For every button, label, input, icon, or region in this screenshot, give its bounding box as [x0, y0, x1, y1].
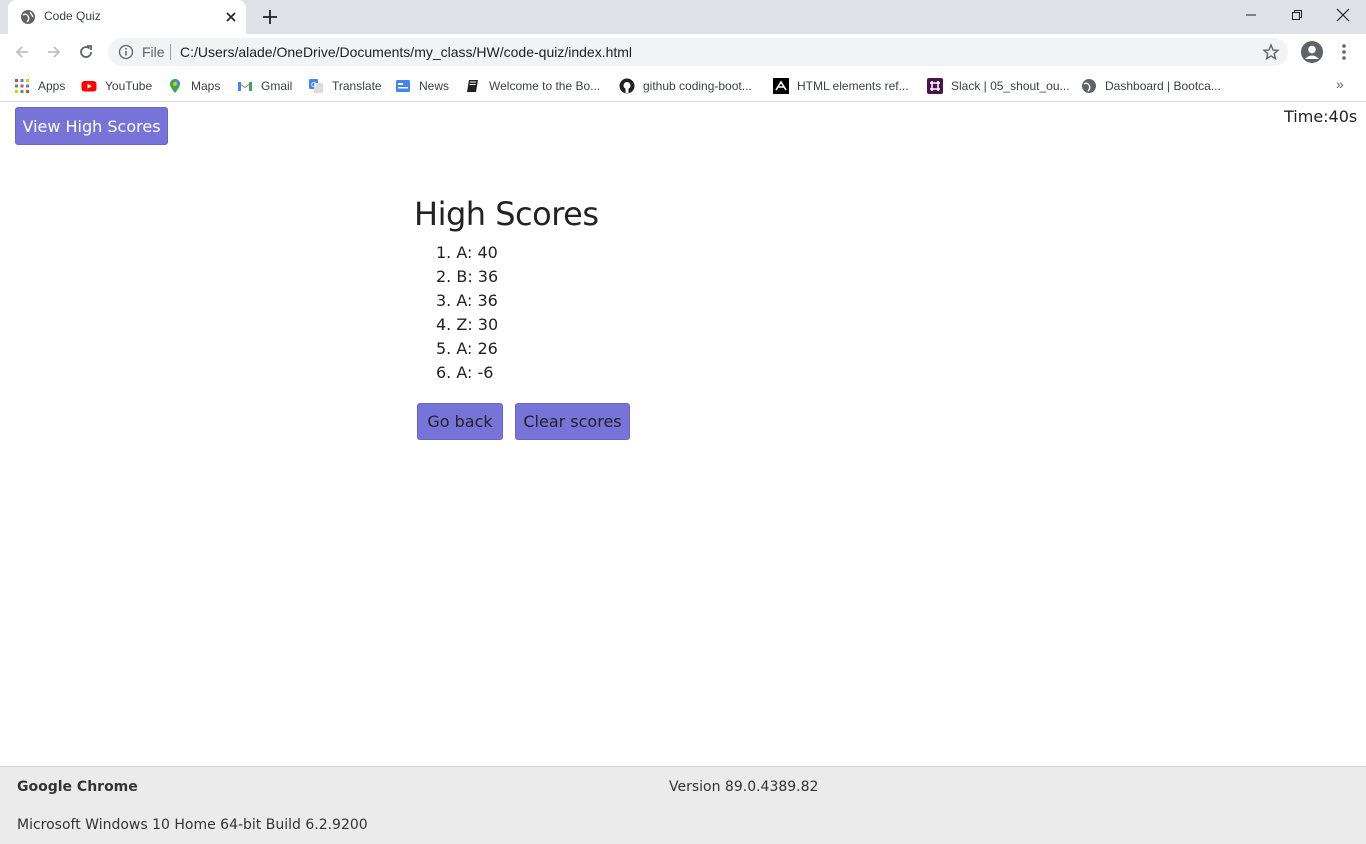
- bookmark-apps[interactable]: Apps: [14, 76, 65, 96]
- close-window-button[interactable]: [1320, 0, 1366, 30]
- bookmark-label: Apps: [38, 79, 66, 93]
- reload-button[interactable]: [74, 40, 98, 64]
- browser-toolbar: File C:/Users/alade/OneDrive/Documents/m…: [0, 34, 1366, 70]
- bookmark-github[interactable]: github coding-boot...: [619, 76, 752, 96]
- bookmark-label: YouTube: [105, 79, 153, 93]
- maps-pin-icon: [170, 79, 180, 93]
- page-title: High Scores: [414, 195, 599, 233]
- bookmark-label: github coding-boot...: [643, 79, 752, 93]
- version-text: Version 89.0.4389.82: [669, 779, 819, 795]
- slack-icon: [927, 78, 943, 94]
- arrow-left-icon: [15, 46, 28, 58]
- menu-dots-icon[interactable]: [1334, 40, 1354, 64]
- view-high-scores-button[interactable]: View High Scores: [15, 107, 168, 145]
- bookmark-maps[interactable]: Maps: [167, 76, 220, 96]
- profile-avatar-icon[interactable]: [1300, 40, 1324, 64]
- bookmark-html-elements[interactable]: HTML elements ref...: [773, 76, 909, 96]
- divider: [170, 44, 171, 60]
- youtube-icon: [81, 81, 97, 92]
- minimize-button[interactable]: [1228, 0, 1274, 30]
- bookmark-label: Welcome to the Bo...: [489, 79, 601, 93]
- more-bookmarks-chevron-icon[interactable]: »: [1336, 76, 1344, 92]
- gmail-icon: [238, 82, 252, 91]
- bookmark-youtube[interactable]: YouTube: [81, 76, 152, 96]
- list-item: 3. A: 36: [436, 291, 498, 310]
- tab-title: Code Quiz: [44, 9, 101, 23]
- arrow-right-icon: [48, 46, 61, 58]
- bookmark-label: Maps: [191, 79, 221, 93]
- url-scheme-label: File: [142, 44, 165, 60]
- list-item: 6. A: -6: [436, 363, 494, 382]
- list-item: 2. B: 36: [436, 267, 499, 286]
- restore-icon: [1292, 10, 1302, 20]
- bookmark-news[interactable]: News: [395, 76, 449, 96]
- list-item: 1. A: 40: [436, 243, 498, 262]
- version-info-bar: Google Chrome Version 89.0.4389.82 Micro…: [0, 766, 1366, 844]
- svg-text:G: G: [311, 81, 316, 89]
- close-window-icon: [1336, 8, 1350, 22]
- bookmark-dashboard[interactable]: Dashboard | Bootca...: [1081, 76, 1221, 96]
- forward-button[interactable]: [42, 40, 66, 64]
- bookmark-label: Translate: [332, 79, 382, 93]
- github-icon: [619, 78, 635, 94]
- page-viewport: View High Scores Time:40s High Scores 1.…: [0, 103, 1366, 766]
- mdn-icon: [773, 78, 789, 94]
- app-name: Google Chrome: [17, 779, 138, 795]
- high-scores-list: 1. A: 40 2. B: 36 3. A: 36 4. Z: 30 5. A…: [436, 241, 498, 385]
- url-text[interactable]: C:/Users/alade/OneDrive/Documents/my_cla…: [180, 44, 632, 60]
- bookmark-label: Gmail: [261, 79, 293, 93]
- globe-icon: [21, 10, 35, 24]
- bookmark-gmail[interactable]: Gmail: [237, 76, 292, 96]
- bookmark-slack[interactable]: Slack | 05_shout_ou...: [927, 76, 1070, 96]
- os-text: Microsoft Windows 10 Home 64-bit Build 6…: [17, 817, 368, 833]
- list-item: 4. Z: 30: [436, 315, 499, 334]
- bookmark-label: HTML elements ref...: [797, 79, 909, 93]
- timer-text: Time:40s: [1284, 107, 1358, 126]
- back-button[interactable]: [10, 40, 34, 64]
- new-tab-icon[interactable]: [259, 6, 281, 28]
- bookmark-welcome[interactable]: Welcome to the Bo...: [465, 76, 600, 96]
- go-back-button[interactable]: Go back: [417, 403, 503, 440]
- reload-icon: [80, 45, 92, 58]
- bookmark-label: News: [419, 79, 450, 93]
- minimize-icon: [1246, 14, 1256, 16]
- globe-icon: [1082, 79, 1096, 93]
- bookmark-label: Slack | 05_shout_ou...: [951, 79, 1070, 93]
- address-bar[interactable]: File C:/Users/alade/OneDrive/Documents/m…: [108, 38, 1288, 66]
- bookmark-label: Dashboard | Bootca...: [1105, 79, 1221, 93]
- bookmark-star-icon[interactable]: [1262, 43, 1280, 61]
- apps-grid-icon: [15, 79, 29, 93]
- bookmarks-bar: Apps YouTube Maps Gmail G Translate News: [0, 70, 1366, 102]
- clear-scores-button[interactable]: Clear scores: [515, 403, 630, 440]
- news-icon: [396, 80, 410, 92]
- list-item: 5. A: 26: [436, 339, 498, 358]
- browser-tab[interactable]: Code Quiz: [8, 0, 246, 34]
- restore-button[interactable]: [1274, 0, 1320, 30]
- translate-icon: G: [309, 79, 323, 93]
- info-icon[interactable]: [118, 44, 134, 60]
- tab-strip: Code Quiz: [0, 0, 1366, 34]
- close-icon[interactable]: [222, 8, 240, 26]
- bookmark-translate[interactable]: G Translate: [308, 76, 382, 96]
- book-icon: [467, 80, 478, 92]
